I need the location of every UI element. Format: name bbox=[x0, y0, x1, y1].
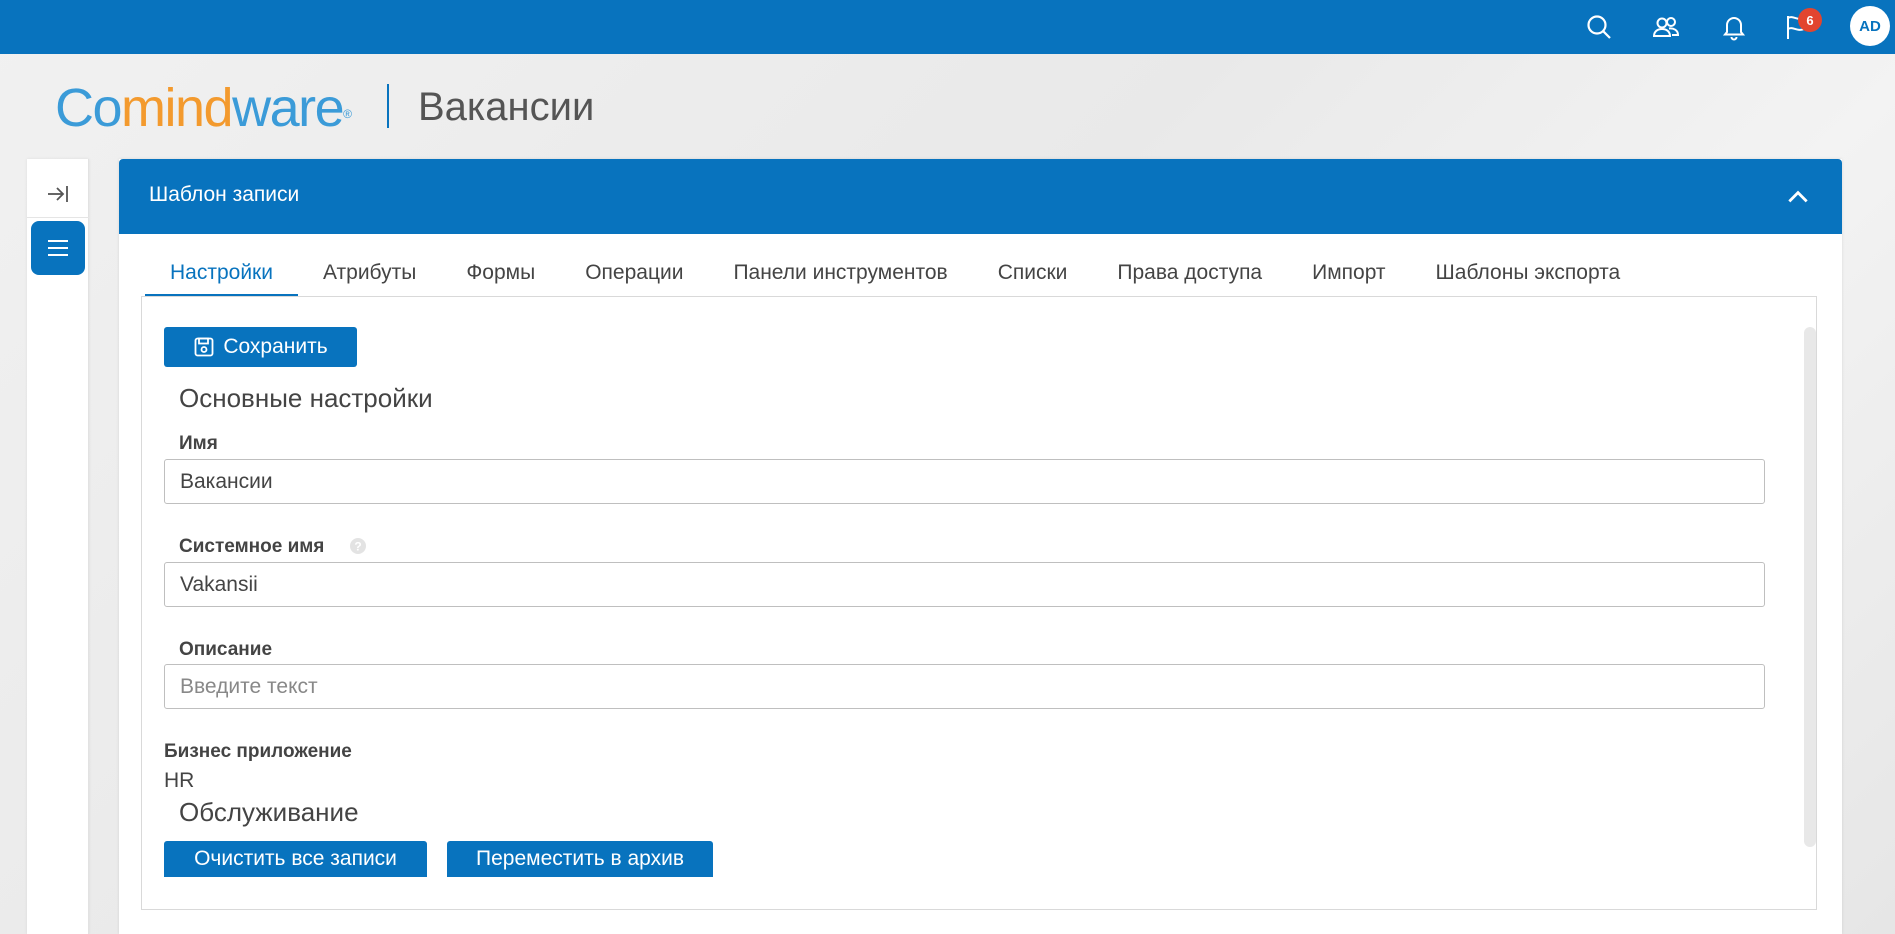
tab-import[interactable]: Импорт bbox=[1287, 253, 1410, 297]
chevron-up-icon[interactable] bbox=[1782, 181, 1814, 213]
main-settings-title: Основные настройки bbox=[179, 383, 433, 413]
title-divider bbox=[387, 84, 389, 128]
notification-badge: 6 bbox=[1798, 8, 1822, 32]
top-bar: 6 AD bbox=[0, 0, 1895, 54]
scrollbar[interactable] bbox=[1804, 327, 1816, 847]
tab-access-rights[interactable]: Права доступа bbox=[1092, 253, 1287, 297]
floppy-disk-icon bbox=[194, 337, 214, 357]
tab-operations[interactable]: Операции bbox=[560, 253, 708, 297]
maintenance-title: Обслуживание bbox=[179, 797, 359, 827]
tab-lists[interactable]: Списки bbox=[973, 253, 1093, 297]
rail-separator bbox=[27, 217, 89, 218]
description-label: Описание bbox=[179, 639, 273, 660]
business-app-value: HR bbox=[164, 769, 195, 792]
settings-content: Сохранить Основные настройки Имя Системн… bbox=[141, 296, 1817, 910]
tab-attributes[interactable]: Атрибуты bbox=[298, 253, 441, 297]
move-to-archive-button[interactable]: Переместить в архив bbox=[447, 841, 713, 877]
record-template-panel: Шаблон записи Настройки Атрибуты Формы О… bbox=[119, 159, 1842, 934]
panel-header-title: Шаблон записи bbox=[149, 183, 300, 206]
tab-bar: Настройки Атрибуты Формы Операции Панели… bbox=[145, 253, 1645, 297]
svg-text:?: ? bbox=[354, 540, 361, 554]
name-label: Имя bbox=[179, 433, 218, 454]
flag-icon[interactable]: 6 bbox=[1778, 8, 1822, 46]
tab-export-templates[interactable]: Шаблоны экспорта bbox=[1411, 253, 1646, 297]
name-input[interactable] bbox=[164, 459, 1765, 504]
save-button[interactable]: Сохранить bbox=[164, 327, 357, 367]
panel-header: Шаблон записи bbox=[119, 159, 1842, 234]
user-avatar[interactable]: AD bbox=[1850, 6, 1890, 46]
system-name-input[interactable] bbox=[164, 562, 1765, 607]
clear-all-records-button[interactable]: Очистить все записи bbox=[164, 841, 427, 877]
page-title: Вакансии bbox=[418, 85, 595, 129]
help-icon[interactable]: ? bbox=[349, 537, 367, 555]
description-input[interactable] bbox=[164, 664, 1765, 709]
left-rail bbox=[27, 159, 89, 934]
users-icon[interactable] bbox=[1647, 8, 1685, 46]
save-button-label: Сохранить bbox=[223, 335, 328, 358]
tab-forms[interactable]: Формы bbox=[441, 253, 560, 297]
tab-settings[interactable]: Настройки bbox=[145, 253, 298, 297]
tab-toolbars[interactable]: Панели инструментов bbox=[708, 253, 972, 297]
expand-sidebar-icon[interactable] bbox=[31, 167, 85, 221]
bell-icon[interactable] bbox=[1715, 8, 1753, 46]
business-app-label: Бизнес приложение bbox=[164, 741, 352, 762]
comindware-logo[interactable]: Comindware® bbox=[55, 78, 352, 138]
search-icon[interactable] bbox=[1580, 8, 1618, 46]
menu-icon[interactable] bbox=[31, 221, 85, 275]
system-name-label: Системное имя ? bbox=[179, 536, 366, 558]
